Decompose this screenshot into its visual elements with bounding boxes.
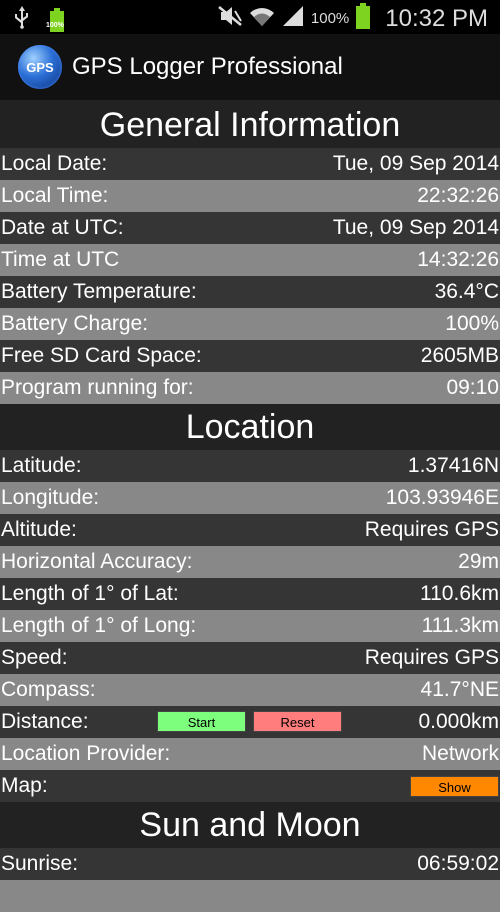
row-label: Distance: <box>1 710 89 733</box>
row-map: Map: Show <box>0 770 500 802</box>
status-time: 10:32 PM <box>385 4 488 32</box>
row-label: Battery Charge: <box>1 312 149 335</box>
row-value: Tue, 09 Sep 2014 <box>332 152 499 175</box>
row-value: Tue, 09 Sep 2014 <box>332 216 499 239</box>
section-location-header: Location <box>0 404 500 450</box>
battery-percent: 100% <box>310 10 350 27</box>
usb-icon <box>14 5 30 34</box>
row-label: Sunrise: <box>1 852 79 875</box>
row-value: 103.93946E <box>385 486 499 509</box>
row-value: 22:32:26 <box>417 184 499 207</box>
row-local-time: Local Time: 22:32:26 <box>0 180 500 212</box>
row-label: Location Provider: <box>1 742 171 765</box>
app-bar: GPS GPS Logger Professional <box>0 34 500 102</box>
row-speed: Speed: Requires GPS <box>0 642 500 674</box>
row-value: 110.6km <box>420 582 499 605</box>
row-label: Speed: <box>1 646 68 669</box>
row-label: Local Date: <box>1 152 108 175</box>
row-latitude: Latitude: 1.37416N <box>0 450 500 482</box>
row-label: Time at UTC <box>1 248 120 271</box>
row-free-sd-space: Free SD Card Space: 2605MB <box>0 340 500 372</box>
battery-small-icon: 100% <box>46 7 66 32</box>
row-sunrise: Sunrise: 06:59:02 <box>0 848 500 880</box>
row-value: Requires GPS <box>364 646 499 669</box>
row-local-date: Local Date: Tue, 09 Sep 2014 <box>0 148 500 180</box>
row-label: Map: <box>1 774 48 797</box>
row-label: Length of 1° of Long: <box>1 614 197 637</box>
row-label: Battery Temperature: <box>1 280 197 303</box>
row-value: Network <box>421 742 499 765</box>
row-label: Altitude: <box>1 518 77 541</box>
row-value: 36.4°C <box>434 280 499 303</box>
row-location-provider: Location Provider: Network <box>0 738 500 770</box>
row-compass: Compass: 41.7°NE <box>0 674 500 706</box>
row-battery-temperature: Battery Temperature: 36.4°C <box>0 276 500 308</box>
row-label: Free SD Card Space: <box>1 344 202 367</box>
silent-mode-icon <box>217 5 243 32</box>
row-label: Date at UTC: <box>1 216 124 239</box>
row-value: 29m <box>458 550 499 573</box>
row-distance: Distance: Start Reset 0.000km <box>0 706 500 738</box>
row-value: 06:59:02 <box>417 852 499 875</box>
row-label: Length of 1° of Lat: <box>1 582 179 605</box>
row-length-lat: Length of 1° of Lat: 110.6km <box>0 578 500 610</box>
app-logo-icon[interactable]: GPS <box>18 45 62 89</box>
app-title: GPS Logger Professional <box>72 53 343 80</box>
row-value: 0.000km <box>418 710 499 733</box>
row-altitude: Altitude: Requires GPS <box>0 514 500 546</box>
row-label: Latitude: <box>1 454 82 477</box>
reset-button[interactable]: Reset <box>253 711 342 732</box>
row-label: Longitude: <box>1 486 100 509</box>
row-value: 111.3km <box>421 614 499 637</box>
signal-icon <box>281 5 305 32</box>
row-program-running: Program running for: 09:10 <box>0 372 500 404</box>
row-value: 2605MB <box>420 344 499 367</box>
battery-small-label: 100% <box>46 21 64 29</box>
row-value: Requires GPS <box>364 518 499 541</box>
section-general-header: General Information <box>0 102 500 148</box>
row-value: 14:32:26 <box>417 248 499 271</box>
wifi-icon <box>249 5 275 32</box>
row-label: Local Time: <box>1 184 109 207</box>
status-bar: 100% 100% 10:32 PM <box>0 0 500 34</box>
section-sun-moon-header: Sun and Moon <box>0 802 500 848</box>
row-partial-cutoff <box>0 880 500 912</box>
row-length-long: Length of 1° of Long: 111.3km <box>0 610 500 642</box>
row-label: Compass: <box>1 678 96 701</box>
row-battery-charge: Battery Charge: 100% <box>0 308 500 340</box>
row-value: 1.37416N <box>407 454 499 477</box>
row-value: 41.7°NE <box>420 678 499 701</box>
row-value: 09:10 <box>446 376 499 399</box>
battery-icon <box>355 3 371 34</box>
app-logo-text: GPS <box>26 59 54 75</box>
row-label: Horizontal Accuracy: <box>1 550 193 573</box>
show-map-button[interactable]: Show <box>410 775 499 797</box>
row-longitude: Longitude: 103.93946E <box>0 482 500 514</box>
row-value: 100% <box>445 312 499 335</box>
start-button[interactable]: Start <box>157 711 246 732</box>
row-horizontal-accuracy: Horizontal Accuracy: 29m <box>0 546 500 578</box>
row-time-utc: Time at UTC 14:32:26 <box>0 244 500 276</box>
row-label: Program running for: <box>1 376 194 399</box>
row-date-utc: Date at UTC: Tue, 09 Sep 2014 <box>0 212 500 244</box>
